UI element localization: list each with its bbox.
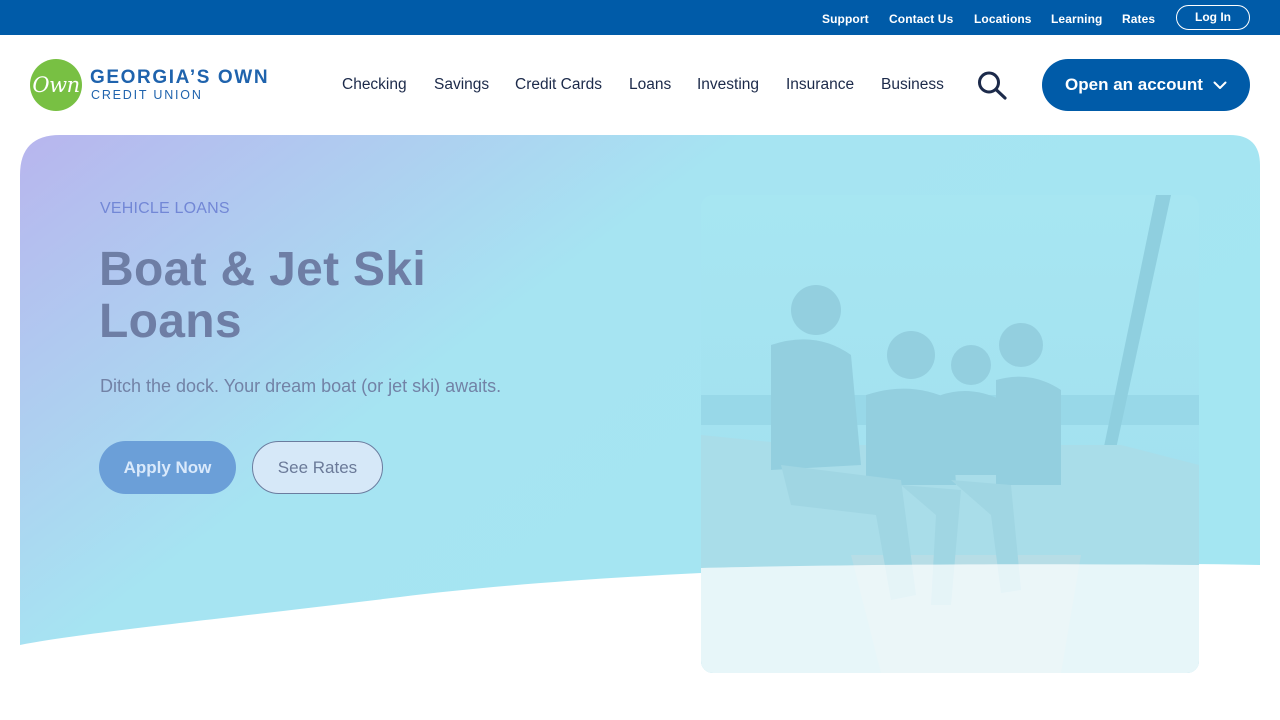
search-button[interactable] [976, 70, 1008, 100]
apply-now-button[interactable]: Apply Now [99, 441, 236, 494]
nav-item-savings[interactable]: Savings [434, 76, 489, 94]
utility-bar: Support Contact Us Locations Learning Ra… [0, 0, 1280, 35]
search-icon [978, 71, 1007, 100]
nav-item-insurance[interactable]: Insurance [786, 76, 854, 94]
nav-item-business[interactable]: Business [881, 76, 944, 94]
hero-subtitle: Ditch the dock. Your dream boat (or jet … [100, 376, 502, 396]
logo-name: GEORGIA’S OWN [90, 67, 270, 88]
nav-item-investing[interactable]: Investing [697, 76, 759, 94]
utility-link-learning[interactable]: Learning [1051, 12, 1102, 26]
hero-eyebrow: VEHICLE LOANS [100, 200, 230, 217]
see-rates-button[interactable]: See Rates [252, 441, 383, 494]
log-in-button[interactable]: Log In [1176, 5, 1250, 30]
utility-link-rates[interactable]: Rates [1122, 12, 1155, 26]
chevron-down-icon [1213, 81, 1227, 89]
utility-link-support[interactable]: Support [822, 12, 869, 26]
utility-link-locations[interactable]: Locations [974, 12, 1032, 26]
utility-link-contact-us[interactable]: Contact Us [889, 12, 953, 26]
nav-item-credit-cards[interactable]: Credit Cards [515, 76, 602, 94]
hero-photo [701, 195, 1199, 673]
logo-mark: Own [30, 59, 82, 111]
logo[interactable]: Own GEORGIA’S OWN CREDIT UNION [30, 59, 275, 111]
logo-tagline: CREDIT UNION [91, 88, 203, 102]
hero-title: Boat & Jet Ski Loans [99, 243, 426, 348]
open-account-button[interactable]: Open an account [1042, 59, 1250, 111]
open-account-label: Open an account [1065, 75, 1203, 94]
nav-item-loans[interactable]: Loans [629, 76, 671, 94]
nav-item-checking[interactable]: Checking [342, 76, 407, 94]
